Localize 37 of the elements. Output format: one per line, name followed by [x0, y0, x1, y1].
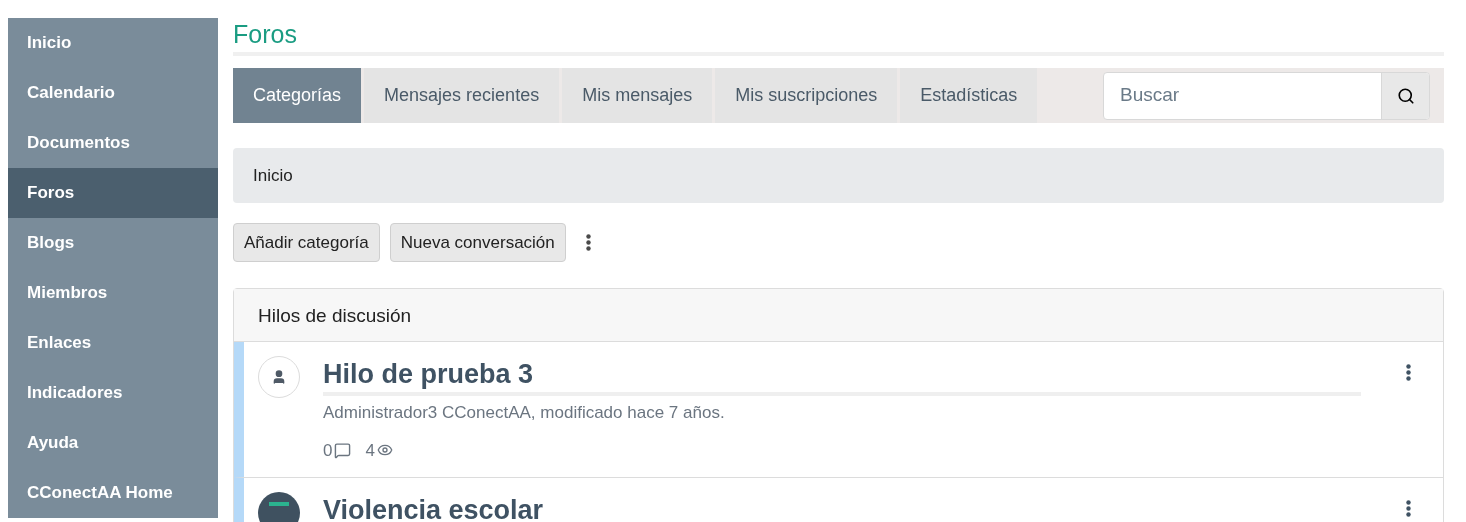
sidebar-item[interactable]: Inicio [8, 18, 218, 68]
tab[interactable]: Mis suscripciones [715, 68, 898, 123]
more-icon [1406, 364, 1411, 381]
thread-menu-button[interactable] [1406, 364, 1411, 381]
search-field[interactable]: Buscar [1104, 72, 1381, 119]
logo-avatar-icon [258, 492, 300, 522]
page-title: Foros [233, 16, 1444, 56]
thread-meta: Administrador3 CConectAA, modificado hace 7 años. [323, 402, 726, 424]
thread-menu-button[interactable] [1406, 500, 1411, 517]
sidebar-item[interactable]: Blogs [8, 218, 218, 268]
sidebar-item[interactable]: Miembros [8, 268, 218, 318]
more-icon [1406, 500, 1411, 517]
thread-title[interactable]: Violencia escolar [323, 492, 1361, 522]
sidebar-item[interactable]: CConectAA Home [8, 468, 218, 518]
breadcrumb-link[interactable]: Inicio [253, 162, 293, 189]
sidebar-item[interactable]: Ayuda [8, 418, 218, 468]
sidebar-item[interactable]: Foros [8, 168, 218, 218]
search-box[interactable]: Buscar [1103, 71, 1430, 120]
tab[interactable]: Categorías [233, 68, 362, 123]
sidebar-item[interactable]: Enlaces [8, 318, 218, 368]
sidebar-item[interactable]: Calendario [8, 68, 218, 118]
more-button[interactable] [585, 234, 591, 251]
panel-title: Hilos de discusión [234, 289, 1443, 342]
reply-count: 0 [323, 439, 333, 462]
tab[interactable]: Mis mensajes [562, 68, 713, 123]
action-button[interactable]: Añadir categoría [233, 223, 380, 262]
search-icon [1396, 86, 1415, 105]
thread-title[interactable]: Hilo de prueba 3 [323, 356, 1361, 396]
tab[interactable]: Estadísticas [900, 68, 1038, 123]
action-button[interactable]: Nueva conversación [389, 223, 566, 262]
more-icon [585, 234, 591, 251]
search-button[interactable] [1381, 72, 1429, 119]
comment-icon [334, 441, 352, 459]
view-count: 4 [365, 439, 375, 462]
tab[interactable]: Mensajes recientes [364, 68, 560, 123]
sidebar-item[interactable]: Documentos [8, 118, 218, 168]
sidebar-item[interactable]: Indicadores [8, 368, 218, 418]
